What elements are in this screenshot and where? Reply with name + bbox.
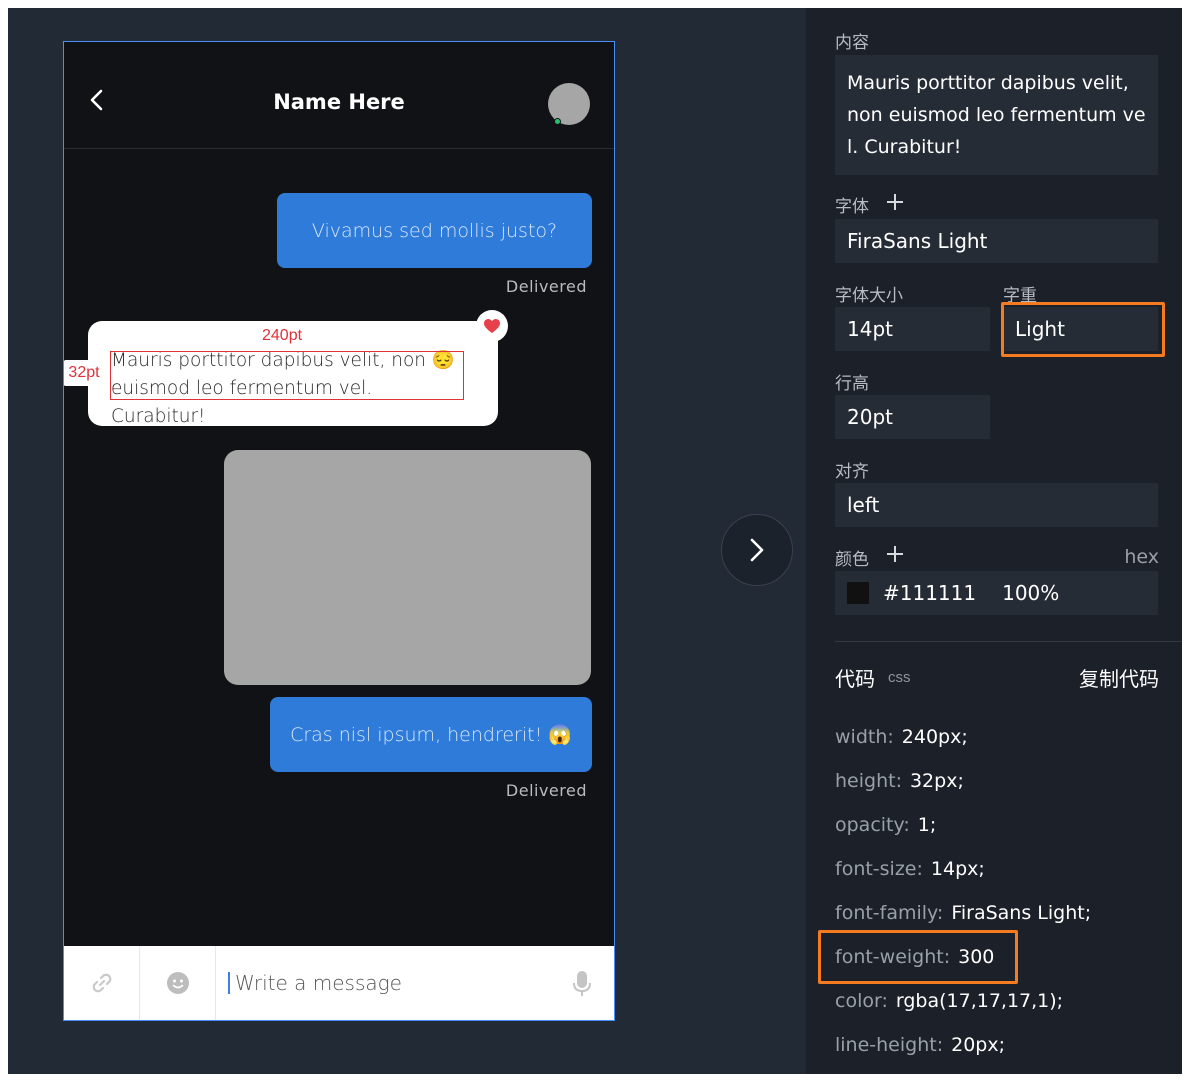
css-line: opacity: 1; bbox=[835, 814, 936, 836]
selection-measure-box bbox=[110, 351, 464, 400]
color-format-toggle[interactable]: hex bbox=[1124, 546, 1159, 568]
font-weight-code-highlight bbox=[818, 930, 1018, 984]
content-field[interactable]: Mauris porttitor dapibus velit, non euis… bbox=[835, 55, 1158, 175]
contact-name: Name Here bbox=[273, 90, 405, 114]
content-label: 内容 bbox=[835, 33, 869, 53]
css-value: FiraSans Light; bbox=[951, 902, 1092, 924]
css-property: height: bbox=[835, 770, 902, 792]
css-line: color: rgba(17,17,17,1); bbox=[835, 990, 1063, 1012]
copy-code-button[interactable]: 复制代码 bbox=[1079, 663, 1159, 692]
css-line: font-family: FiraSans Light; bbox=[835, 902, 1091, 924]
message-composer: Write a message bbox=[64, 946, 614, 1020]
css-property: opacity: bbox=[835, 814, 910, 836]
font-label: 字体 bbox=[835, 197, 869, 217]
css-line: height: 32px; bbox=[835, 770, 964, 792]
delivery-status: Delivered bbox=[505, 277, 587, 296]
css-value: 14px; bbox=[930, 858, 985, 880]
code-title: 代码 bbox=[835, 667, 875, 691]
message-placeholder: Write a message bbox=[235, 971, 402, 995]
add-color-icon[interactable] bbox=[886, 545, 904, 563]
css-property: font-size: bbox=[835, 858, 923, 880]
outgoing-message-bubble[interactable]: Cras nisl ipsum, hendrerit! 😱 bbox=[270, 697, 592, 772]
color-swatch[interactable] bbox=[847, 582, 869, 604]
attach-button[interactable] bbox=[64, 946, 140, 1020]
align-field[interactable]: left bbox=[835, 483, 1158, 527]
font-family-field[interactable]: FiraSans Light bbox=[835, 219, 1158, 263]
add-font-icon[interactable] bbox=[886, 193, 904, 211]
font-size-field[interactable]: 14pt bbox=[835, 307, 990, 351]
css-value: rgba(17,17,17,1); bbox=[895, 990, 1064, 1012]
chevron-right-icon bbox=[750, 538, 764, 562]
font-size-label: 字体大小 bbox=[835, 286, 903, 306]
link-icon bbox=[92, 973, 111, 993]
color-opacity-value: 100% bbox=[1002, 581, 1060, 605]
line-height-field[interactable]: 20pt bbox=[835, 395, 990, 439]
online-status-dot bbox=[554, 118, 561, 125]
css-value: 240px; bbox=[901, 726, 968, 748]
css-value: 20px; bbox=[951, 1034, 1005, 1056]
text-caret bbox=[228, 972, 230, 994]
message-input[interactable]: Write a message bbox=[216, 946, 614, 1020]
chat-header: Name Here bbox=[64, 42, 614, 149]
font-weight-highlight bbox=[1001, 302, 1165, 357]
message-text: Vivamus sed mollis justo? bbox=[311, 219, 558, 242]
inspector-panel: 内容 Mauris porttitor dapibus velit, non e… bbox=[806, 8, 1182, 1074]
image-attachment[interactable] bbox=[224, 450, 591, 685]
color-hex-value: #111111 bbox=[883, 581, 977, 605]
color-field[interactable]: #111111 100% bbox=[835, 571, 1158, 615]
color-label: 颜色 bbox=[835, 550, 869, 570]
code-language: css bbox=[888, 669, 911, 686]
mic-icon[interactable] bbox=[572, 970, 592, 998]
css-property: width: bbox=[835, 726, 894, 748]
emoji-icon bbox=[166, 972, 189, 994]
css-line: line-height: 20px; bbox=[835, 1034, 1005, 1056]
measure-width-label: 240pt bbox=[262, 327, 303, 344]
align-label: 对齐 bbox=[835, 462, 869, 482]
css-line: width: 240px; bbox=[835, 726, 968, 748]
message-text: Cras nisl ipsum, hendrerit! 😱 bbox=[290, 724, 572, 746]
css-value: 32px; bbox=[909, 770, 964, 792]
reaction-badge[interactable] bbox=[476, 310, 508, 342]
css-value: 1; bbox=[917, 814, 937, 836]
divider bbox=[835, 641, 1182, 642]
css-line: font-size: 14px; bbox=[835, 858, 985, 880]
emoji-button[interactable] bbox=[140, 946, 216, 1020]
measure-height-label: 32pt bbox=[64, 360, 105, 386]
app-canvas: Name Here Vivamus sed mollis justo? Deli… bbox=[8, 8, 1182, 1074]
outgoing-message-bubble[interactable]: Vivamus sed mollis justo? bbox=[277, 193, 592, 268]
heart-icon bbox=[484, 318, 500, 333]
css-property: color: bbox=[835, 990, 888, 1012]
phone-mockup: Name Here Vivamus sed mollis justo? Deli… bbox=[63, 41, 615, 1021]
css-property: line-height: bbox=[835, 1034, 944, 1056]
css-property: font-family: bbox=[835, 902, 944, 924]
line-height-label: 行高 bbox=[835, 374, 869, 394]
next-button[interactable] bbox=[721, 514, 793, 586]
delivery-status: Delivered bbox=[505, 781, 587, 800]
